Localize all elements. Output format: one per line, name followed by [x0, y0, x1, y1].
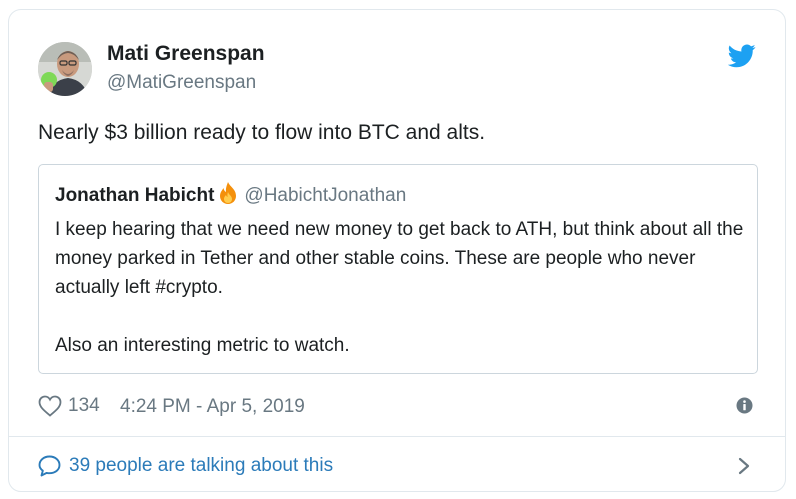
- conversation-link[interactable]: 39 people are talking about this: [38, 450, 756, 482]
- like-button[interactable]: 134: [38, 395, 100, 417]
- twitter-bird-icon[interactable]: [728, 44, 756, 68]
- heart-icon: [38, 395, 62, 417]
- avatar[interactable]: [38, 42, 92, 96]
- talking-about-text: 39 people are talking about this: [69, 455, 334, 476]
- chevron-right-icon: [738, 457, 750, 475]
- tweet-meta: 134 4:24 PM - Apr 5, 2019: [38, 391, 756, 421]
- author-display-name[interactable]: Mati Greenspan: [107, 42, 265, 66]
- tweet-card: Mati Greenspan @MatiGreenspan Nearly $3 …: [8, 9, 786, 492]
- quoted-author: Jonathan Habicht @HabichtJonathan: [55, 182, 406, 207]
- quoted-text: I keep hearing that we need new money to…: [55, 215, 745, 360]
- quoted-display-name: Jonathan Habicht: [55, 185, 215, 206]
- quoted-tweet[interactable]: Jonathan Habicht @HabichtJonathan I keep…: [38, 164, 758, 374]
- like-count: 134: [68, 395, 100, 416]
- quoted-paragraph: I keep hearing that we need new money to…: [55, 219, 744, 298]
- tweet-text: Nearly $3 billion ready to flow into BTC…: [38, 121, 486, 144]
- divider: [9, 436, 785, 437]
- author-handle[interactable]: @MatiGreenspan: [107, 72, 256, 94]
- tweet-timestamp[interactable]: 4:24 PM - Apr 5, 2019: [120, 396, 305, 418]
- tweet-header: Mati Greenspan @MatiGreenspan: [9, 10, 785, 110]
- comment-icon: [38, 455, 61, 477]
- info-icon[interactable]: [736, 397, 753, 414]
- quoted-paragraph: Also an interesting metric to watch.: [55, 335, 350, 356]
- quoted-handle: @HabichtJonathan: [244, 185, 407, 206]
- fire-icon: [220, 182, 237, 204]
- avatar-image: [38, 42, 92, 96]
